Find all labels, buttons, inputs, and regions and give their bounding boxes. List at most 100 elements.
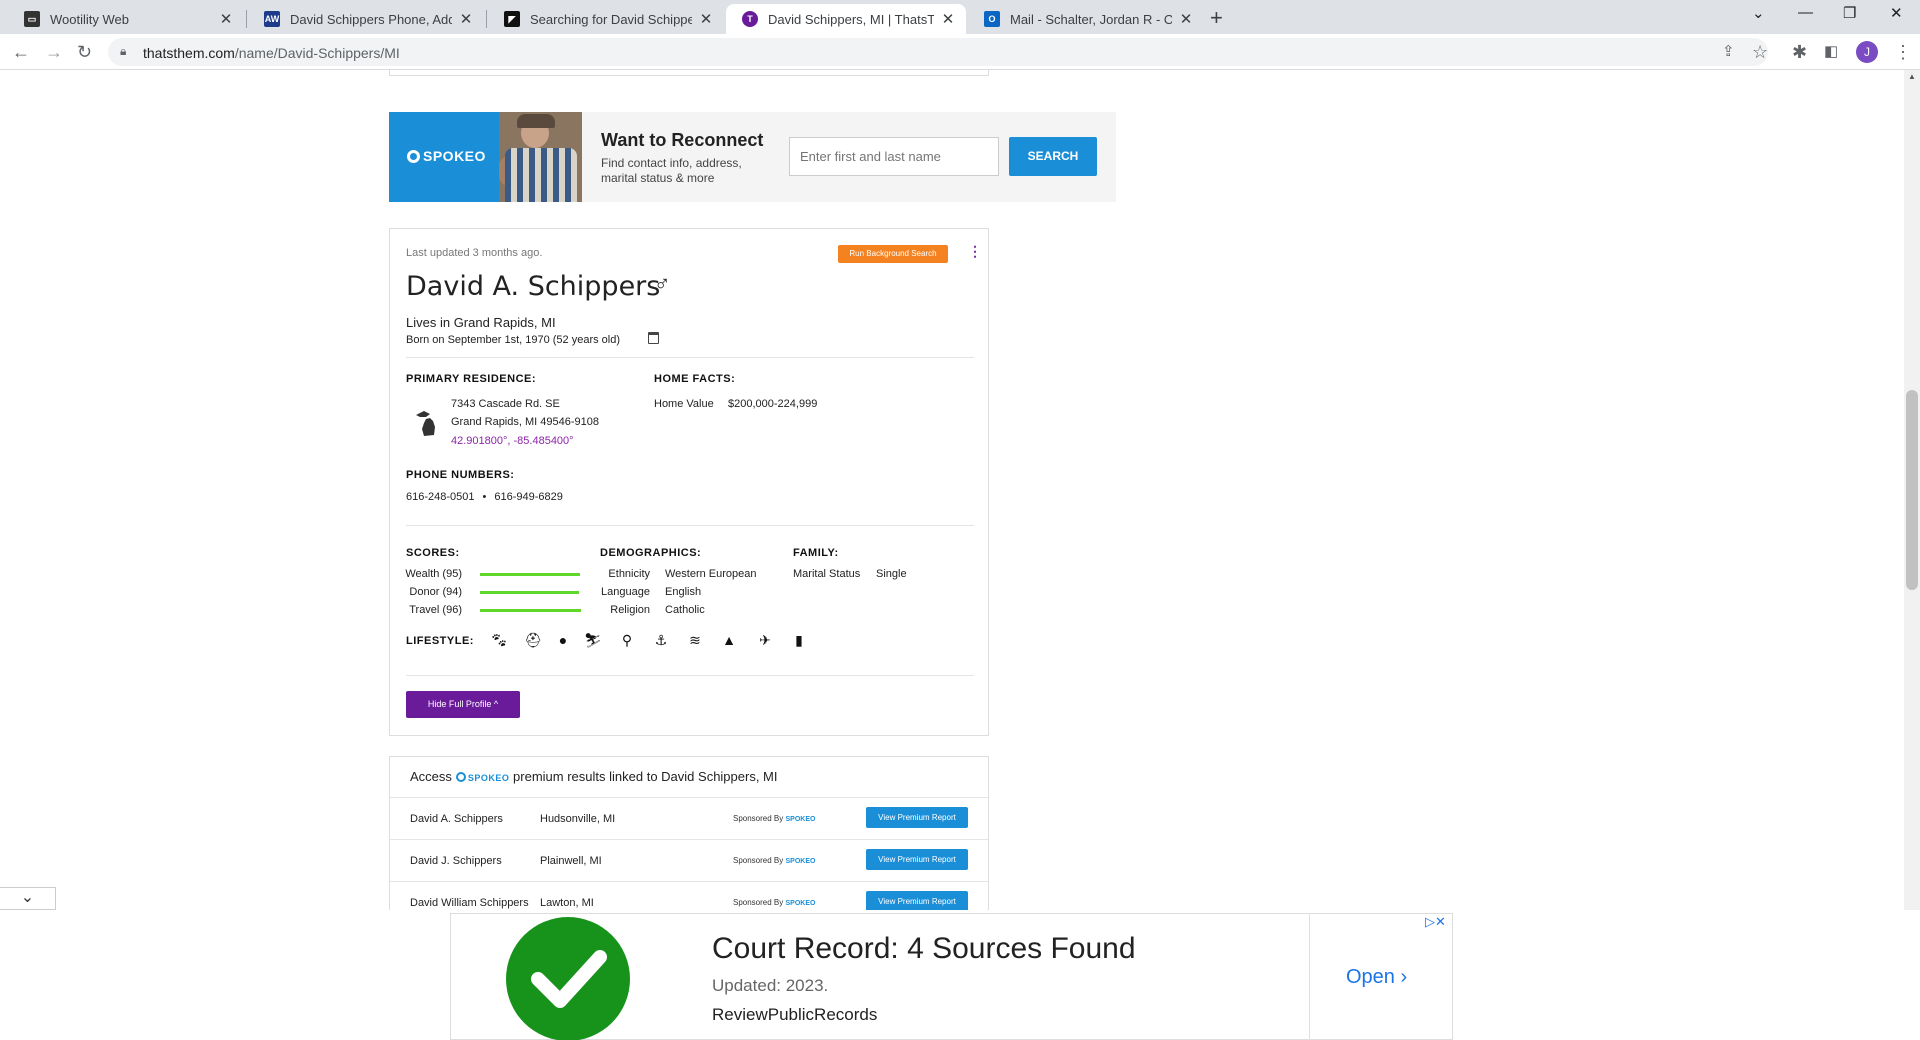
close-tab-icon[interactable]: ✕ xyxy=(1178,10,1194,28)
collapse-chevron-icon[interactable]: ⌄ xyxy=(0,887,56,910)
close-tab-icon[interactable]: ✕ xyxy=(458,10,474,28)
lifestyle-heading: LIFESTYLE: xyxy=(406,635,474,647)
profile-card: Last updated 3 months ago. Run Backgroun… xyxy=(389,228,989,736)
tab-searching[interactable]: ◤ Searching for David Schippers in ✕ xyxy=(488,4,724,34)
motorcycle-icon[interactable]: ⚲ xyxy=(618,632,636,649)
address-line-2[interactable]: Grand Rapids, MI 49546-9108 xyxy=(451,416,599,428)
birth-date: Born on September 1st, 1970 (52 years ol… xyxy=(406,334,621,346)
ethnicity-label: Ethnicity xyxy=(608,568,650,580)
run-background-search-button[interactable]: Run Background Search xyxy=(838,245,948,263)
donor-score-bar xyxy=(480,591,579,594)
skier-icon[interactable]: ⛷︎ xyxy=(584,632,602,649)
address-bar[interactable]: 🔒︎ thatsthem.com/name/David-Schippers/MI xyxy=(108,38,1768,66)
close-window-icon[interactable]: ✕ xyxy=(1890,4,1903,22)
tab-outlook[interactable]: O Mail - Schalter, Jordan R - Outloo ✕ xyxy=(968,4,1204,34)
tab-search-chevron-icon[interactable]: ⌄ xyxy=(1752,4,1765,22)
tab-separator xyxy=(246,10,247,28)
back-icon[interactable]: ← xyxy=(12,42,30,62)
banner-image: SPOKEO xyxy=(389,112,582,202)
helmet-icon[interactable]: ⛑︎ xyxy=(524,632,542,649)
phone-number[interactable]: 616-248-0501 xyxy=(406,491,475,503)
profile-avatar[interactable]: J xyxy=(1856,41,1878,63)
premium-results-card: Access SPOKEO premium results linked to D… xyxy=(389,756,989,910)
book-icon[interactable]: ▮ xyxy=(790,632,808,649)
airplane-icon[interactable]: ✈︎ xyxy=(756,632,774,649)
thatsthem-favicon-icon: T xyxy=(742,11,758,27)
coordinates-link[interactable]: 42.901800°, -85.485400° xyxy=(451,435,574,447)
ad-source: ReviewPublicRecords xyxy=(712,1005,878,1024)
tab-wootility[interactable]: ▭ Wootility Web ✕ xyxy=(8,4,244,34)
share-icon[interactable]: ⇪ xyxy=(1722,42,1735,62)
spokeo-banner-ad[interactable]: SPOKEO Want to Reconnect Find contact in… xyxy=(389,112,1116,202)
spokeo-logo: SPOKEO xyxy=(407,148,486,164)
waves-icon[interactable]: ≋ xyxy=(686,632,704,649)
religion-value: Catholic xyxy=(665,604,705,616)
divider xyxy=(406,675,974,676)
hugging-people-photo xyxy=(499,112,582,202)
premium-person-name: David William Schippers xyxy=(410,897,529,909)
home-value-label: Home Value xyxy=(654,398,714,410)
name-search-input[interactable] xyxy=(789,137,999,176)
scroll-up-arrow-icon[interactable]: ▲ xyxy=(1908,72,1916,81)
anchor-icon[interactable]: ⚓︎ xyxy=(652,632,670,649)
minimize-icon[interactable]: — xyxy=(1798,4,1813,21)
tab-title: Mail - Schalter, Jordan R - Outloo xyxy=(1010,11,1172,27)
checkmark-icon xyxy=(506,917,630,1040)
scrollbar-thumb[interactable] xyxy=(1906,390,1918,590)
view-premium-report-button[interactable]: View Premium Report xyxy=(866,807,968,828)
ad-updated: Updated: 2023. xyxy=(712,976,829,995)
browser-toolbar: ← → ↻ 🔒︎ thatsthem.com/name/David-Schipp… xyxy=(0,34,1920,70)
marital-status-label: Marital Status xyxy=(793,568,861,580)
tab-title: David Schippers, MI | ThatsThem xyxy=(768,11,934,27)
wealth-score-bar xyxy=(480,573,580,576)
tab-title: Searching for David Schippers in xyxy=(530,11,692,27)
ad-title[interactable]: Court Record: 4 Sources Found xyxy=(712,932,1136,966)
close-tab-icon[interactable]: ✕ xyxy=(218,10,234,28)
tab-separator xyxy=(486,10,487,28)
travel-score-label: Travel (96) xyxy=(409,604,462,616)
scores-heading: SCORES: xyxy=(406,547,460,559)
close-tab-icon[interactable]: ✕ xyxy=(940,10,956,28)
court-record-ad[interactable]: Court Record: 4 Sources Found Updated: 2… xyxy=(450,913,1453,1040)
person-name: David A. Schippers xyxy=(406,271,661,302)
address-line-1[interactable]: 7343 Cascade Rd. SE xyxy=(451,398,560,410)
ad-open-button[interactable]: Open › xyxy=(1346,966,1407,989)
forward-icon[interactable]: → xyxy=(45,42,63,62)
calendar-icon[interactable] xyxy=(648,332,659,344)
reload-icon[interactable]: ↻ xyxy=(77,42,92,62)
banner-search-button[interactable]: SEARCH xyxy=(1009,137,1097,176)
family-heading: FAMILY: xyxy=(793,547,839,559)
page-viewport: SPOKEO Want to Reconnect Find contact in… xyxy=(0,70,1904,910)
extensions-icon[interactable]: ✱ xyxy=(1792,42,1807,62)
tab-thatsthem[interactable]: T David Schippers, MI | ThatsThem ✕ xyxy=(726,4,966,34)
options-kebab-icon[interactable]: ⋮ xyxy=(968,243,982,260)
phone-number[interactable]: 616-949-6829 xyxy=(494,491,563,503)
bookmark-star-icon[interactable]: ☆ xyxy=(1752,42,1768,62)
ad-choices-close-icon[interactable]: ▷✕ xyxy=(1425,914,1446,930)
close-tab-icon[interactable]: ✕ xyxy=(698,10,714,28)
lives-in: Lives in Grand Rapids, MI xyxy=(406,315,556,330)
side-panel-icon[interactable]: ◧ xyxy=(1824,42,1838,62)
religion-label: Religion xyxy=(610,604,650,616)
home-facts-heading: HOME FACTS: xyxy=(654,373,736,385)
paw-icon[interactable]: 🐾︎ xyxy=(490,632,508,649)
sponsored-by: Sponsored By SPOKEO xyxy=(733,814,816,823)
michigan-map-icon xyxy=(416,411,435,436)
view-premium-report-button[interactable]: View Premium Report xyxy=(866,849,968,870)
url-text[interactable]: thatsthem.com/name/David-Schippers/MI xyxy=(143,45,400,61)
view-premium-report-button[interactable]: View Premium Report xyxy=(866,891,968,910)
banner-description: Find contact info, address, marital stat… xyxy=(601,156,742,185)
menu-kebab-icon[interactable]: ⋮ xyxy=(1894,42,1912,62)
tab-david-phone[interactable]: AW David Schippers Phone, Address ✕ xyxy=(248,4,484,34)
balloon-icon[interactable]: ● xyxy=(554,632,572,648)
hide-full-profile-button[interactable]: Hide Full Profile ^ xyxy=(406,691,520,718)
previous-card-edge xyxy=(389,70,989,76)
wootility-favicon-icon: ▭ xyxy=(24,11,40,27)
premium-row: David William Schippers Lawton, MI Spons… xyxy=(390,881,988,910)
premium-row: David J. Schippers Plainwell, MI Sponsor… xyxy=(390,839,988,881)
new-tab-icon[interactable]: + xyxy=(1210,5,1223,31)
mountain-icon[interactable]: ▲ xyxy=(720,632,738,648)
restore-icon[interactable]: ❐ xyxy=(1843,4,1856,22)
home-value: $200,000-224,999 xyxy=(728,398,818,410)
lock-icon[interactable]: 🔒︎ xyxy=(120,44,126,59)
